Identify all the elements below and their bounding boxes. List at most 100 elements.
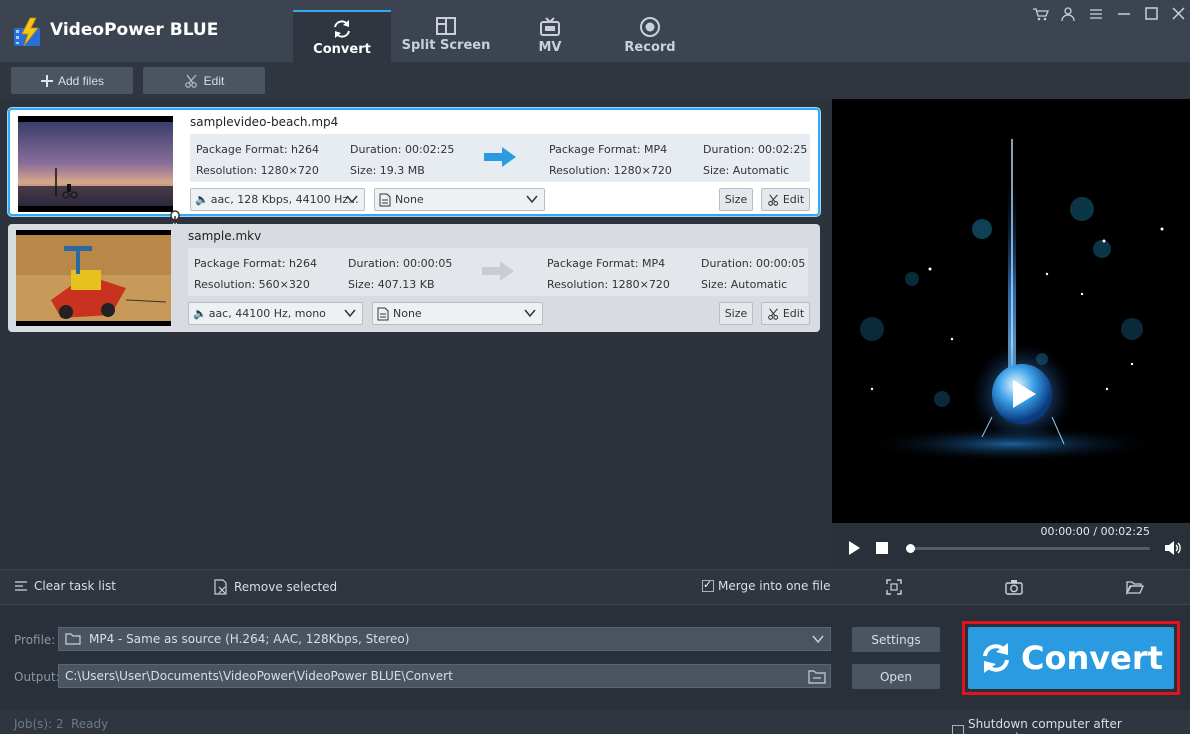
document-icon bbox=[377, 307, 389, 320]
video-thumbnail bbox=[16, 230, 171, 326]
output-path-value: C:\Users\User\Documents\VideoPower\Video… bbox=[65, 669, 453, 683]
chevron-down-icon bbox=[346, 195, 358, 204]
status-text: Ready bbox=[71, 717, 109, 731]
task-item-sample-mkv[interactable]: sample.mkv Package Format: h264 Duration… bbox=[8, 224, 820, 332]
settings-button[interactable]: Settings bbox=[852, 627, 940, 652]
player-controls: 00:00:00 / 00:02:25 bbox=[832, 523, 1190, 569]
merge-checkbox-box[interactable] bbox=[702, 578, 714, 592]
src-resolution: Resolution: 560×320 bbox=[194, 278, 310, 291]
preview-splash-image bbox=[832, 99, 1190, 523]
volume-icon[interactable] bbox=[1164, 540, 1182, 556]
remove-file-icon bbox=[214, 579, 227, 595]
stop-icon[interactable] bbox=[876, 542, 888, 554]
tab-mv[interactable]: MV bbox=[501, 10, 599, 62]
subtitle-dropdown[interactable]: None bbox=[374, 188, 545, 211]
shutdown-after-conversion-checkbox[interactable]: Shutdown computer after conversion bbox=[952, 717, 1190, 734]
edit-label: Edit bbox=[203, 73, 225, 88]
tab-convert[interactable]: Convert bbox=[293, 10, 391, 62]
file-name: samplevideo-beach.mp4 bbox=[190, 115, 339, 129]
chevron-down-icon bbox=[524, 309, 536, 318]
progress-slider[interactable] bbox=[906, 544, 1150, 553]
app-title: VideoPower BLUE bbox=[50, 20, 219, 40]
refresh-icon bbox=[334, 20, 350, 38]
clear-list-icon bbox=[15, 581, 27, 591]
audio-track-dropdown[interactable]: 🔈 aac, 128 Kbps, 44100 Hz... bbox=[190, 188, 365, 211]
edit-task-label: Edit bbox=[782, 307, 805, 320]
scissors-icon bbox=[768, 308, 778, 320]
profile-folder-icon bbox=[65, 633, 81, 645]
chevron-down-icon bbox=[812, 635, 824, 644]
open-output-button[interactable]: Open bbox=[852, 664, 940, 689]
maximize-icon[interactable] bbox=[1142, 6, 1160, 22]
speaker-icon: 🔈 bbox=[193, 307, 207, 320]
dst-format: Package Format: MP4 bbox=[549, 143, 668, 156]
tab-mv-label: MV bbox=[538, 40, 562, 55]
size-button[interactable]: Size bbox=[719, 188, 753, 211]
edit-task-button[interactable]: Edit bbox=[761, 302, 810, 325]
video-preview[interactable] bbox=[832, 99, 1190, 523]
size-button[interactable]: Size bbox=[719, 302, 753, 325]
src-format: Package Format: h264 bbox=[196, 143, 320, 156]
clear-task-list-label: Clear task list bbox=[34, 579, 116, 593]
open-label: Open bbox=[879, 669, 913, 684]
src-duration: Duration: 00:00:05 bbox=[348, 257, 453, 270]
toolbar: Add files Edit bbox=[0, 62, 1190, 99]
cart-icon[interactable] bbox=[1031, 6, 1049, 22]
add-files-button[interactable]: Add files bbox=[11, 67, 133, 94]
profile-dropdown[interactable]: MP4 - Same as source (H.264; AAC, 128Kbp… bbox=[58, 627, 831, 651]
play-icon[interactable] bbox=[848, 541, 860, 555]
fullscreen-icon[interactable] bbox=[886, 579, 902, 595]
convert-button[interactable]: Convert bbox=[968, 627, 1174, 689]
record-icon bbox=[640, 17, 660, 37]
src-size: Size: 407.13 KB bbox=[348, 278, 435, 291]
remove-selected-button[interactable]: Remove selected bbox=[214, 579, 337, 595]
remove-selected-label: Remove selected bbox=[234, 580, 338, 594]
progress-knob[interactable] bbox=[906, 544, 915, 553]
output-label: Output: bbox=[14, 670, 60, 684]
title-bar: VideoPower BLUE Convert Split Screen MV … bbox=[0, 0, 1190, 62]
dst-size: Size: Automatic bbox=[703, 164, 790, 177]
plus-icon bbox=[40, 74, 53, 87]
speaker-icon: 🔈 bbox=[195, 193, 209, 206]
add-files-label: Add files bbox=[57, 73, 105, 88]
profile-label: Profile: bbox=[14, 633, 56, 647]
video-thumbnail bbox=[18, 116, 173, 212]
convert-label: Convert bbox=[1021, 639, 1163, 677]
dst-duration: Duration: 00:02:25 bbox=[703, 143, 808, 156]
audio-track-value: aac, 128 Kbps, 44100 Hz... bbox=[210, 193, 359, 206]
close-icon[interactable] bbox=[1170, 6, 1188, 22]
file-name: sample.mkv bbox=[188, 229, 262, 243]
audio-track-dropdown[interactable]: 🔈 aac, 44100 Hz, mono bbox=[188, 302, 363, 325]
merge-into-one-file-checkbox[interactable]: Merge into one file bbox=[702, 578, 831, 593]
file-info: Package Format: h264 Duration: 00:00:05 … bbox=[188, 248, 808, 296]
split-screen-icon bbox=[436, 17, 456, 35]
open-folder-icon[interactable] bbox=[1126, 579, 1144, 595]
src-size: Size: 19.3 MB bbox=[350, 164, 425, 177]
tab-split-screen[interactable]: Split Screen bbox=[397, 10, 495, 62]
camera-icon[interactable] bbox=[1005, 579, 1023, 595]
convert-highlight-frame: Convert bbox=[962, 621, 1180, 695]
browse-folder-icon[interactable] bbox=[808, 669, 826, 684]
scissors-icon bbox=[184, 74, 197, 88]
task-list: samplevideo-beach.mp4 Package Format: h2… bbox=[0, 99, 832, 569]
edit-button[interactable]: Edit bbox=[143, 67, 265, 94]
clear-task-list-button[interactable]: Clear task list bbox=[14, 579, 116, 593]
tab-record[interactable]: Record bbox=[601, 10, 699, 62]
jobs-count: Job(s): 2 bbox=[14, 717, 64, 731]
user-icon[interactable] bbox=[1059, 6, 1077, 22]
chevron-down-icon bbox=[526, 195, 538, 204]
output-path-field[interactable]: C:\Users\User\Documents\VideoPower\Video… bbox=[58, 664, 831, 688]
settings-label: Settings bbox=[871, 632, 921, 647]
refresh-icon bbox=[983, 643, 1010, 673]
minimize-icon[interactable] bbox=[1115, 6, 1133, 22]
subtitle-dropdown[interactable]: None bbox=[372, 302, 543, 325]
timecode: 00:00:00 / 00:02:25 bbox=[1040, 525, 1150, 538]
menu-icon[interactable] bbox=[1087, 6, 1105, 22]
src-resolution: Resolution: 1280×720 bbox=[196, 164, 319, 177]
edit-task-button[interactable]: Edit bbox=[761, 188, 810, 211]
size-label: Size bbox=[724, 307, 748, 320]
shutdown-checkbox-box[interactable] bbox=[952, 725, 964, 734]
src-duration: Duration: 00:02:25 bbox=[350, 143, 455, 156]
task-item-samplevideo-beach[interactable]: samplevideo-beach.mp4 Package Format: h2… bbox=[8, 108, 820, 216]
size-label: Size bbox=[724, 193, 748, 206]
